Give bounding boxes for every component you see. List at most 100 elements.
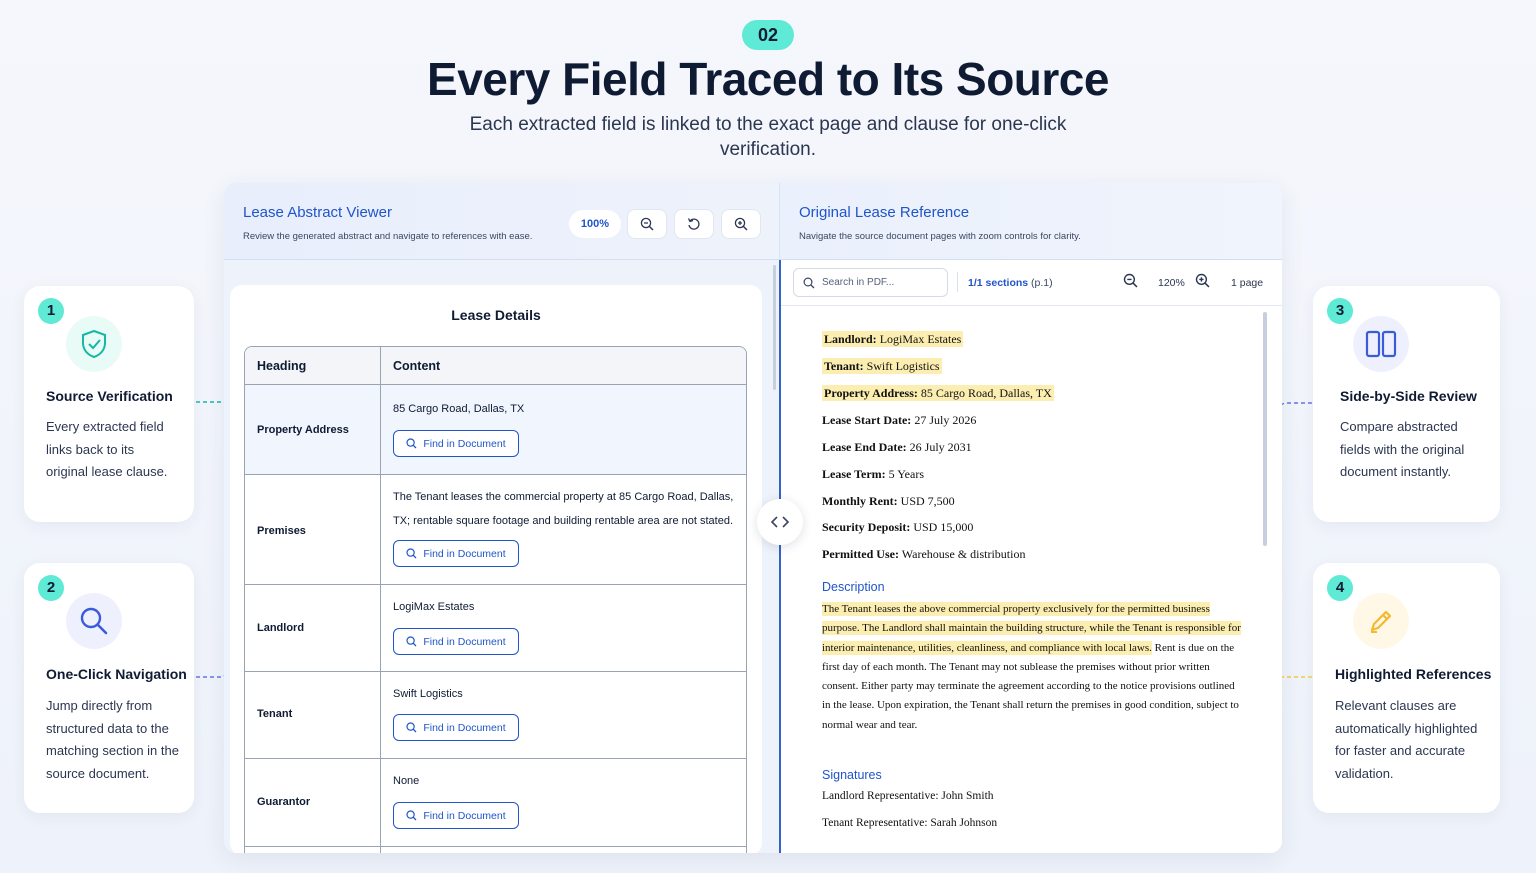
find-label: Find in Document [423, 437, 506, 450]
pdf-search-input[interactable]: Search in PDF... [793, 268, 948, 297]
feature-description: Jump directly from structured data to th… [46, 698, 179, 781]
doc-field-permitted-use: Permitted Use: Warehouse & distribution [822, 547, 1026, 561]
chevrons-left-right-icon [770, 516, 790, 528]
doc-field-tenant: Tenant: Swift Logistics [822, 358, 942, 374]
search-placeholder: Search in PDF... [822, 277, 895, 288]
feature-number: 3 [1327, 298, 1353, 324]
feature-title: Highlighted References [1335, 666, 1492, 682]
row-content: The Tenant leases the commercial propert… [393, 491, 734, 527]
signatures-heading: Signatures [822, 768, 882, 782]
table-header: Heading Content [245, 347, 746, 385]
doc-field-monthly-rent: Monthly Rent: USD 7,500 [822, 494, 955, 508]
lease-viewer-panel: Lease Abstract Viewer Review the generat… [224, 183, 1282, 853]
feature-number: 2 [38, 575, 64, 601]
section-count: 1/1 sections [968, 277, 1029, 289]
lease-details-table: Heading Content Property Address 85 Carg… [244, 346, 747, 853]
row-heading: Guarantor [257, 796, 311, 808]
feature-card-highlighted-references: 4 Highlighted References Relevant clause… [1313, 563, 1500, 813]
zoom-out-button[interactable] [627, 209, 667, 239]
table-row[interactable]: Landlord LogiMax Estates Find in Documen… [245, 585, 746, 672]
toolbar-separator [957, 272, 958, 292]
doc-field-lease-term: Lease Term: 5 Years [822, 467, 924, 481]
highlighter-icon [1353, 593, 1409, 649]
zoom-in-icon[interactable] [1195, 273, 1210, 288]
column-header-content: Content [393, 359, 441, 373]
columns-icon [1353, 316, 1409, 372]
column-divider [380, 347, 381, 853]
pdf-document[interactable]: Landlord: LogiMax Estates Tenant: Swift … [781, 306, 1282, 853]
search-icon [66, 593, 122, 649]
search-icon [406, 636, 417, 647]
search-icon [406, 810, 417, 821]
shield-check-icon [66, 316, 122, 372]
find-label: Find in Document [423, 635, 506, 648]
feature-card-source-verification: 1 Source Verification Every extracted fi… [24, 286, 194, 522]
reset-zoom-button[interactable] [674, 209, 714, 239]
doc-field-security-deposit: Security Deposit: USD 15,000 [822, 520, 974, 534]
pane-toggle-button[interactable] [757, 499, 803, 545]
zoom-out-icon[interactable] [1123, 273, 1138, 288]
find-in-document-button[interactable]: Find in Document [393, 628, 519, 655]
row-content: LogiMax Estates [393, 601, 475, 613]
find-in-document-button[interactable]: Find in Document [393, 802, 519, 829]
table-row[interactable]: Guarantor None Find in Document [245, 759, 746, 847]
feature-card-side-by-side-review: 3 Side-by-Side Review Compare abstracted… [1313, 286, 1500, 522]
table-row[interactable]: Property Address 85 Cargo Road, Dallas, … [245, 385, 746, 475]
row-heading: Property Address [257, 424, 349, 436]
feature-description: Every extracted field links back to its … [46, 419, 168, 479]
feature-title: One-Click Navigation [46, 666, 187, 682]
table-row[interactable]: Tenant Swift Logistics Find in Document [245, 672, 746, 759]
zoom-out-icon [640, 217, 654, 231]
column-header-heading: Heading [257, 359, 307, 373]
section-badge: 02 [742, 20, 794, 50]
section-page: (p.1) [1031, 277, 1053, 289]
feature-number: 1 [38, 298, 64, 324]
lease-details-card: Lease Details Heading Content Property A… [230, 285, 762, 853]
feature-description: Compare abstracted fields with the origi… [1340, 419, 1465, 479]
doc-field-lease-end: Lease End Date: 26 July 2031 [822, 440, 972, 454]
abstract-body[interactable]: Lease Details Heading Content Property A… [224, 260, 779, 853]
table-row[interactable]: Premises The Tenant leases the commercia… [245, 475, 746, 585]
feature-title: Source Verification [46, 388, 173, 404]
row-content: Swift Logistics [393, 688, 463, 700]
feature-number: 4 [1327, 575, 1353, 601]
zoom-in-button[interactable] [721, 209, 761, 239]
search-icon [406, 548, 417, 559]
lease-details-title: Lease Details [451, 307, 541, 323]
find-in-document-button[interactable]: Find in Document [393, 540, 519, 567]
description-paragraph: The Tenant leases the above commercial p… [822, 600, 1242, 735]
abstract-viewer-title: Lease Abstract Viewer [243, 204, 392, 221]
signature-landlord: Landlord Representative: John Smith [822, 790, 994, 802]
original-reference-subtitle: Navigate the source document pages with … [799, 231, 1081, 242]
search-icon [406, 722, 417, 733]
abstract-viewer-subtitle: Review the generated abstract and naviga… [243, 231, 533, 242]
page-subtitle: Each extracted field is linked to the ex… [469, 114, 1067, 160]
abstract-viewer-header: Lease Abstract Viewer Review the generat… [224, 183, 779, 260]
description-heading: Description [822, 580, 885, 594]
find-in-document-button[interactable]: Find in Document [393, 714, 519, 741]
row-heading: Landlord [257, 622, 305, 634]
find-label: Find in Document [423, 721, 506, 734]
feature-description: Relevant clauses are automatically highl… [1335, 698, 1478, 781]
doc-field-property-address: Property Address: 85 Cargo Road, Dallas,… [822, 385, 1054, 401]
feature-title: Side-by-Side Review [1340, 388, 1477, 404]
zoom-level: 100% [569, 210, 621, 238]
page-title: Every Field Traced to Its Source [427, 53, 1109, 105]
row-content: 85 Cargo Road, Dallas, TX [393, 403, 525, 415]
feature-card-one-click-navigation: 2 One-Click Navigation Jump directly fro… [24, 563, 194, 813]
row-content: None [393, 775, 420, 787]
rotate-left-icon [687, 218, 700, 230]
find-in-document-button[interactable]: Find in Document [393, 430, 519, 457]
search-icon [406, 438, 417, 449]
find-label: Find in Document [423, 809, 506, 822]
abstract-scrollbar[interactable] [773, 265, 776, 390]
zoom-in-icon [734, 217, 748, 231]
find-label: Find in Document [423, 547, 506, 560]
doc-field-lease-start: Lease Start Date: 27 July 2026 [822, 413, 977, 427]
pdf-scrollbar[interactable] [1263, 312, 1267, 546]
row-heading: Premises [257, 525, 306, 537]
doc-field-landlord: Landlord: LogiMax Estates [822, 331, 964, 347]
section-counter: 1/1 sections (p.1) [968, 277, 1053, 289]
pdf-zoom-level: 120% [1158, 277, 1185, 289]
signature-tenant: Tenant Representative: Sarah Johnson [822, 817, 998, 829]
